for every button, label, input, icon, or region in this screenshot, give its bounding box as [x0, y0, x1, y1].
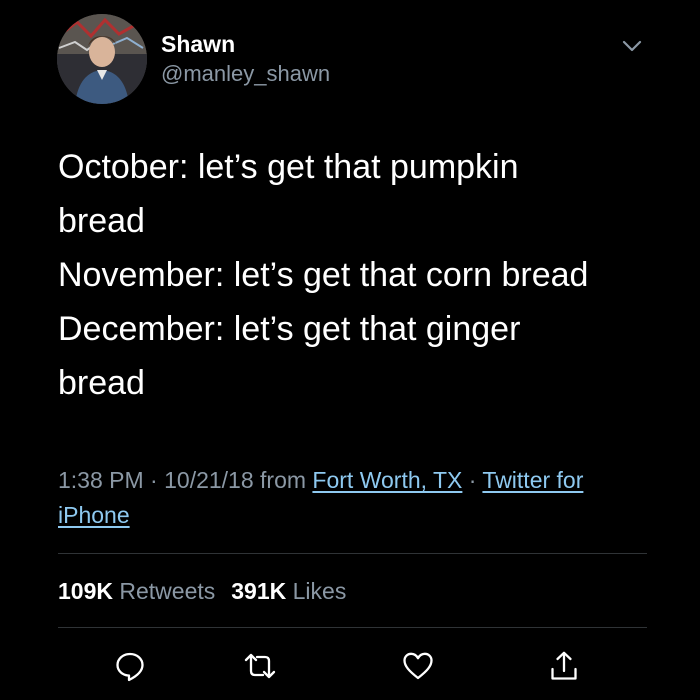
tweet-text-line: December: let’s get that ginger: [58, 310, 521, 348]
divider: [58, 627, 647, 628]
like-button[interactable]: [398, 646, 438, 686]
from-label: from: [253, 467, 313, 493]
meta-separator: ·: [462, 467, 483, 493]
author-display-name[interactable]: Shawn: [161, 30, 235, 58]
likes-stat[interactable]: 391K Likes: [231, 578, 346, 604]
meta-separator: ·: [143, 467, 165, 493]
tweet-metadata: 1:38 PM · 10/21/18 from Fort Worth, TX ·…: [58, 463, 648, 533]
tweet-stats: 109K Retweets 391K Likes: [58, 576, 346, 606]
heart-icon: [403, 652, 433, 680]
likes-count: 391K: [231, 578, 287, 604]
chevron-down-icon[interactable]: [618, 34, 646, 58]
tweet-text-line: November: let’s get that corn bread: [58, 256, 589, 294]
tweet-text-line: bread: [58, 202, 145, 240]
share-button[interactable]: [544, 646, 584, 686]
retweet-icon: [244, 653, 276, 679]
retweets-label: Retweets: [119, 578, 216, 604]
avatar-photo: [57, 14, 147, 104]
retweet-button[interactable]: [240, 646, 280, 686]
tweet-date[interactable]: 10/21/18: [164, 467, 254, 493]
reply-button[interactable]: [110, 646, 150, 686]
reply-icon: [116, 652, 144, 682]
likes-label: Likes: [292, 578, 347, 604]
tweet-text-line: October: let’s get that pumpkin: [58, 148, 519, 186]
avatar[interactable]: [57, 14, 147, 104]
tweet-time[interactable]: 1:38 PM: [58, 467, 144, 493]
divider: [58, 553, 647, 554]
location-link[interactable]: Fort Worth, TX: [312, 467, 462, 493]
share-icon: [551, 651, 577, 680]
tweet-card: Shawn @manley_shawn October: let’s get t…: [0, 0, 700, 700]
author-handle[interactable]: @manley_shawn: [161, 60, 330, 88]
retweets-count: 109K: [58, 578, 113, 604]
tweet-text-line: bread: [58, 364, 145, 402]
tweet-text: October: let’s get that pumpkin bread No…: [58, 140, 678, 410]
retweets-stat[interactable]: 109K Retweets: [58, 578, 215, 604]
